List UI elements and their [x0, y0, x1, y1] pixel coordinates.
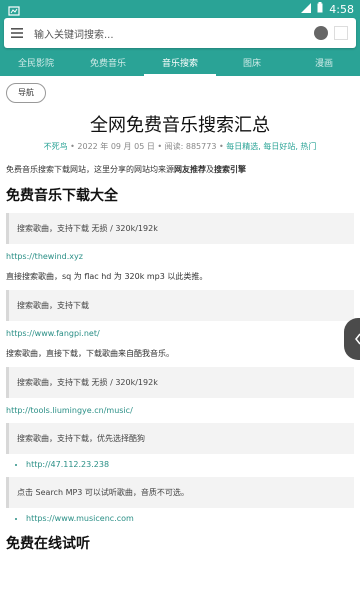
quote-block: 点击 Search MP3 可以试听歌曲，音质不可选。 — [6, 477, 354, 508]
site-link-liumingye[interactable]: http://tools.liumingye.cn/music/ — [6, 406, 354, 415]
tab-music-search[interactable]: 音乐搜索 — [144, 52, 216, 76]
signal-icon — [301, 2, 312, 16]
list-item-link[interactable]: https://www.musicenc.com — [26, 514, 354, 523]
quote-block: 搜索歌曲，支持下载 — [6, 290, 354, 321]
paragraph: 直接搜索歌曲，sq 为 flac hd 为 320k mp3 以此类推。 — [6, 272, 208, 281]
search-input[interactable]: 输入关键词搜索... — [30, 26, 314, 41]
app-bar: 输入关键词搜索... — [0, 18, 360, 52]
tag-daily-pick[interactable]: 每日精选 — [226, 142, 258, 151]
article-content: 导航 全网免费音乐搜索汇总 不死鸟 • 2022 年 09 月 05 日 • 阅… — [0, 76, 360, 600]
notification-icon — [8, 2, 20, 16]
nav-button[interactable]: 导航 — [6, 83, 46, 103]
author-link[interactable]: 不死鸟 — [44, 142, 68, 151]
article-meta: 不死鸟 • 2022 年 09 月 05 日 • 阅读: 885773 • 每日… — [43, 142, 317, 151]
page-title: 全网免费音乐搜索汇总 — [90, 115, 270, 136]
quote-block: 搜索歌曲，支持下载 无损 / 320k/192k — [6, 213, 354, 244]
status-indicators: 4:58 — [301, 2, 354, 16]
tab-bar: 全民影院 免费音乐 音乐搜索 图床 漫画 — [0, 52, 360, 76]
tab-free-music[interactable]: 免费音乐 — [72, 52, 144, 76]
tag-hot[interactable]: 热门 — [300, 142, 316, 151]
battery-icon — [317, 2, 323, 16]
more-icon[interactable] — [334, 26, 348, 40]
list-item-link[interactable]: http://47.112.23.238 — [26, 460, 354, 469]
quote-block: 搜索歌曲，支持下载 无损 / 320k/192k — [6, 367, 354, 398]
intro-bold-recommend: 网友推荐 — [174, 165, 206, 174]
avatar[interactable] — [314, 26, 328, 40]
tab-comics[interactable]: 漫画 — [288, 52, 360, 76]
side-drawer-handle[interactable] — [344, 318, 360, 360]
status-time: 4:58 — [329, 2, 354, 16]
section-title-download: 免费音乐下载大全 — [6, 188, 118, 204]
publish-date: 2022 年 09 月 05 日 — [77, 142, 155, 151]
tab-cinema[interactable]: 全民影院 — [0, 52, 72, 76]
chevron-left-icon — [355, 333, 360, 345]
status-bar: 4:58 — [0, 0, 360, 18]
intro-bold-search-engine: 搜索引擎 — [214, 165, 246, 174]
tag-daily-site[interactable]: 每日好站 — [263, 142, 295, 151]
paragraph: 搜索歌曲，直接下载，下载歌曲来自酷我音乐。 — [6, 349, 174, 358]
menu-icon[interactable] — [4, 18, 30, 48]
quote-block: 搜索歌曲，支持下载，优先选择酷狗 — [6, 423, 354, 454]
intro-text: 免费音乐搜索下载网站，这里分享的网站均来源网友推荐及搜索引擎 — [6, 165, 246, 174]
read-count: 阅读: 885773 — [164, 142, 217, 151]
link-list: https://www.musicenc.com — [6, 514, 354, 523]
link-list: http://47.112.23.238 — [6, 460, 354, 469]
site-link-thewind[interactable]: https://thewind.xyz — [6, 252, 354, 261]
tab-image-host[interactable]: 图床 — [216, 52, 288, 76]
site-link-fangpi[interactable]: https://www.fangpi.net/ — [6, 329, 354, 338]
search-bar[interactable]: 输入关键词搜索... — [4, 18, 356, 48]
section-title-listen: 免费在线试听 — [6, 536, 90, 552]
